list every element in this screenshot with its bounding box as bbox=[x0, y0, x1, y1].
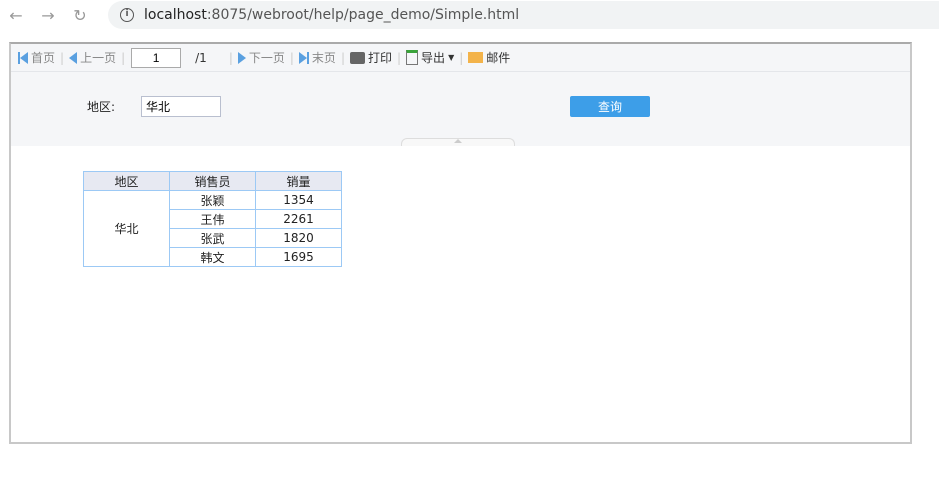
forward-icon[interactable]: → bbox=[32, 6, 64, 25]
prev-page-button[interactable]: 上一页 bbox=[66, 49, 119, 66]
browser-bar: ← → ↻ i localhost:8075/webroot/help/page… bbox=[0, 0, 939, 30]
export-icon bbox=[406, 50, 419, 65]
mail-button[interactable]: 邮件 bbox=[465, 49, 513, 66]
back-icon[interactable]: ← bbox=[0, 6, 32, 25]
toolbar: 首页 | 上一页 | /1 | 下一页 | 末页 | 打印 | 导出▼ | 邮件 bbox=[11, 44, 910, 72]
address-bar[interactable]: i localhost:8075/webroot/help/page_demo/… bbox=[108, 1, 939, 29]
page-input[interactable] bbox=[131, 47, 182, 68]
dropdown-icon: ▼ bbox=[448, 53, 455, 62]
export-button[interactable]: 导出 ▼ bbox=[403, 49, 457, 66]
collapse-toggle[interactable] bbox=[401, 138, 515, 146]
mail-icon bbox=[468, 52, 484, 63]
region-cell: 华北 bbox=[83, 190, 170, 267]
reload-icon[interactable]: ↻ bbox=[64, 6, 96, 25]
parameter-panel: 地区: 查询 bbox=[11, 72, 910, 146]
next-icon bbox=[237, 51, 246, 64]
report-frame: 首页 | 上一页 | /1 | 下一页 | 末页 | 打印 | 导出▼ | 邮件… bbox=[9, 42, 912, 444]
first-page-button[interactable]: 首页 bbox=[15, 49, 58, 66]
prev-icon bbox=[69, 51, 78, 64]
report-table: 地区 销售员 销量 华北 张颖 1354 王伟 2261 张武 1820 韩文 1695 bbox=[83, 171, 342, 267]
page-total: /1 bbox=[195, 50, 207, 65]
region-input[interactable] bbox=[141, 96, 221, 117]
info-icon[interactable]: i bbox=[120, 8, 134, 22]
query-button[interactable]: 查询 bbox=[570, 96, 650, 117]
printer-icon bbox=[349, 51, 365, 64]
last-icon bbox=[298, 51, 309, 64]
first-icon bbox=[18, 51, 28, 64]
table-row: 华北 张颖 1354 bbox=[83, 190, 342, 267]
last-page-button[interactable]: 末页 bbox=[296, 49, 339, 66]
table-header: 地区 销售员 销量 bbox=[83, 171, 342, 191]
next-page-button[interactable]: 下一页 bbox=[235, 49, 288, 66]
print-button[interactable]: 打印 bbox=[347, 49, 395, 66]
region-label: 地区: bbox=[87, 100, 116, 114]
